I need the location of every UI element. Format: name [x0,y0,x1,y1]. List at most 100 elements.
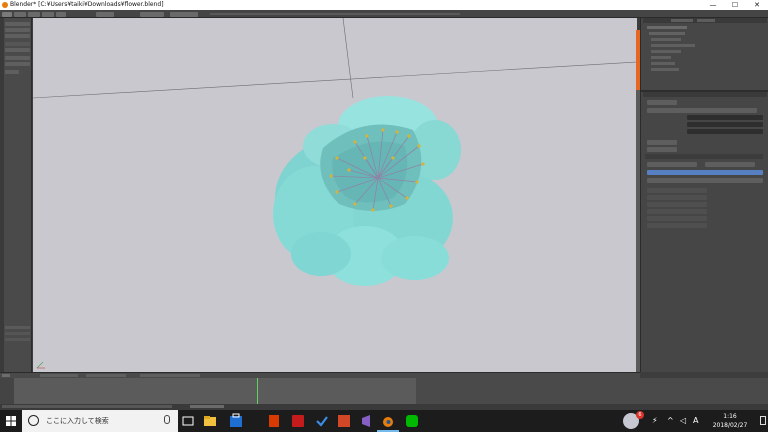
ime-indicator[interactable]: A [693,416,698,426]
scene-selector[interactable] [140,11,164,17]
file-menu[interactable] [14,11,26,17]
taskbar-search-box[interactable]: ここに入力して検索 [22,410,178,432]
outliner-search-input[interactable] [697,19,715,22]
frame-range-field[interactable] [190,405,224,408]
store-icon[interactable] [228,413,244,429]
visual-studio-icon[interactable] [358,413,374,429]
line-icon[interactable] [404,413,420,429]
layout-selector[interactable] [96,11,114,17]
grid-axis-line [33,61,637,99]
explorer-icon[interactable] [202,413,218,429]
volume-icon[interactable]: ◁ [680,416,686,426]
viewport-canvas [33,18,637,369]
collapsed-panel[interactable] [647,223,707,228]
collapsed-panel[interactable] [647,202,707,207]
section-header[interactable] [645,154,763,159]
checkbox-row[interactable] [647,162,697,167]
properties-row[interactable] [647,140,677,145]
collapsed-panel[interactable] [647,188,707,193]
timeline-playhead[interactable] [257,378,258,404]
material-slot[interactable] [647,108,757,113]
outliner-row[interactable] [649,32,685,35]
timeline-panel [0,378,768,410]
mic-icon[interactable] [164,415,170,424]
property-field[interactable] [687,129,763,134]
outliner-row[interactable] [651,50,681,53]
outliner-panel [640,18,768,90]
blender-info-bar [0,10,768,18]
shelf-button[interactable] [5,62,30,66]
petal [381,236,449,280]
render-engine-selector[interactable] [170,11,198,17]
operator-panel-row[interactable] [5,332,30,335]
shelf-button[interactable] [5,28,30,32]
3d-viewport[interactable] [33,18,637,372]
flower-model[interactable] [273,96,461,286]
editor-type-button[interactable] [2,374,10,377]
timeline-area[interactable] [14,378,416,404]
window-title-bar: Blender* [C:¥Users¥taiki¥Downloads¥flowe… [0,0,768,10]
blender-taskbar-icon[interactable] [380,413,396,429]
shading-buttons[interactable] [86,374,126,377]
window-title: Blender* [C:¥Users¥taiki¥Downloads¥flowe… [10,1,164,8]
collapsed-panel[interactable] [647,216,707,221]
task-view-icon[interactable] [180,413,196,429]
stats-text [210,13,460,15]
outliner-view-selector[interactable] [671,19,693,22]
close-button[interactable]: ✕ [746,0,768,10]
shelf-button[interactable] [5,34,30,38]
outliner-row[interactable] [651,44,695,47]
outliner-row[interactable] [651,38,681,41]
shelf-button[interactable] [5,48,30,52]
axis-gizmo-icon [36,361,45,369]
shelf-button[interactable] [5,56,30,60]
collapsed-panel[interactable] [647,209,707,214]
powerpoint-icon[interactable] [336,413,352,429]
acrobat-icon[interactable] [290,413,306,429]
operator-panel-row[interactable] [5,338,30,341]
window-menu[interactable] [42,11,54,17]
render-menu[interactable] [28,11,40,17]
timeline-menu-buttons[interactable] [2,405,172,408]
editor-type-button[interactable] [2,11,12,17]
office-icon[interactable] [266,413,282,429]
property-field[interactable] [647,178,763,183]
checkbox-row[interactable] [705,162,755,167]
outliner-row[interactable] [651,56,671,59]
tool-shelf [0,18,32,372]
maximize-button[interactable]: ☐ [724,0,746,10]
operator-panel-header[interactable] [5,326,30,329]
network-icon[interactable]: ⚡ [652,416,658,426]
outliner-row[interactable] [651,62,675,65]
mode-selector[interactable] [40,374,78,377]
shelf-button[interactable] [5,42,30,46]
property-field[interactable] [687,122,763,127]
shelf-button[interactable] [5,70,19,74]
checkmark-app-icon[interactable] [314,413,330,429]
layer-buttons[interactable] [140,374,200,377]
shelf-button[interactable] [5,22,30,26]
minimize-button[interactable]: — [702,0,724,10]
search-icon [28,415,39,426]
outliner-row[interactable] [647,26,687,29]
taskbar-clock[interactable]: 1:16 2018/02/27 [700,412,760,430]
active-toggle[interactable] [647,170,763,175]
windows-start-icon[interactable] [0,410,22,432]
chevron-up-icon[interactable]: ^ [667,416,674,426]
notification-icon[interactable] [760,416,766,425]
material-dropdown[interactable] [687,115,763,120]
timeline-range-outside[interactable] [416,378,768,404]
windows-taskbar: ここに入力して検索 6 ⚡ ^ ◁ A 1:16 2018/02/27 [0,410,768,432]
help-menu[interactable] [56,11,66,17]
properties-row[interactable] [647,100,677,105]
petal [291,232,351,276]
collapsed-panel[interactable] [647,195,707,200]
search-placeholder: ここに入力して検索 [46,417,109,425]
grid-axis-line [342,18,354,99]
clock-time: 1:16 [723,413,737,420]
properties-tabs[interactable] [643,92,767,97]
outliner-row[interactable] [651,68,679,71]
clock-date: 2018/02/27 [712,422,748,429]
tool-shelf-tabs[interactable] [0,18,4,372]
properties-row[interactable] [647,147,677,152]
